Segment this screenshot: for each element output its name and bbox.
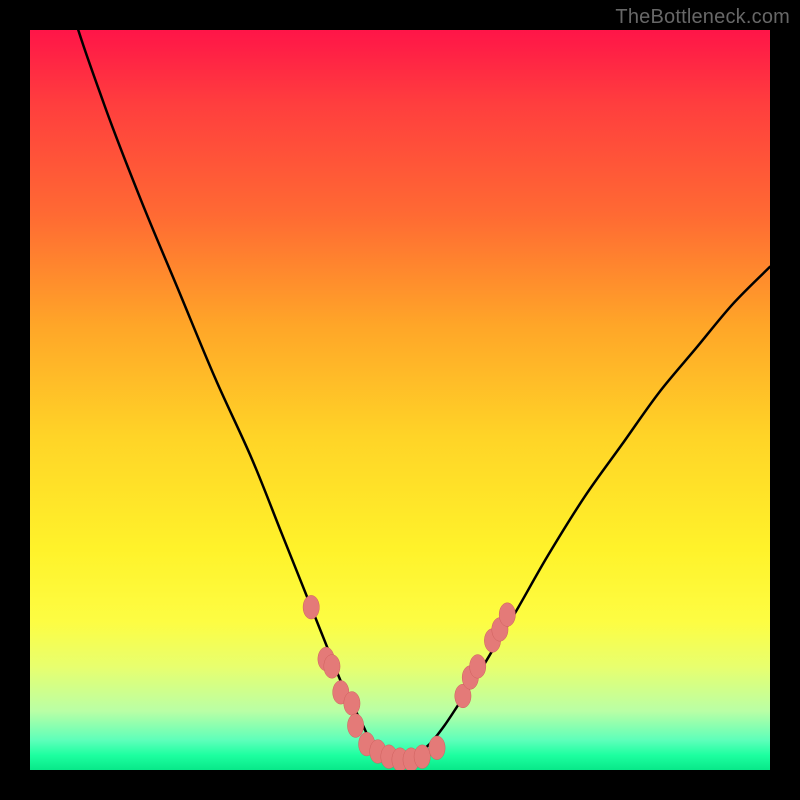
- chart-canvas: TheBottleneck.com: [0, 0, 800, 800]
- curve-marker: [414, 745, 430, 769]
- curve-marker: [499, 603, 515, 627]
- bottleneck-chart-svg: [30, 30, 770, 770]
- curve-markers: [303, 595, 515, 770]
- curve-marker: [344, 692, 360, 716]
- plot-area: [30, 30, 770, 770]
- curve-marker: [429, 736, 445, 760]
- curve-marker: [324, 655, 340, 679]
- curve-marker: [470, 655, 486, 679]
- curve-marker: [303, 595, 319, 619]
- attribution-label: TheBottleneck.com: [615, 6, 790, 29]
- bottleneck-curve: [30, 30, 770, 761]
- curve-marker: [347, 714, 363, 738]
